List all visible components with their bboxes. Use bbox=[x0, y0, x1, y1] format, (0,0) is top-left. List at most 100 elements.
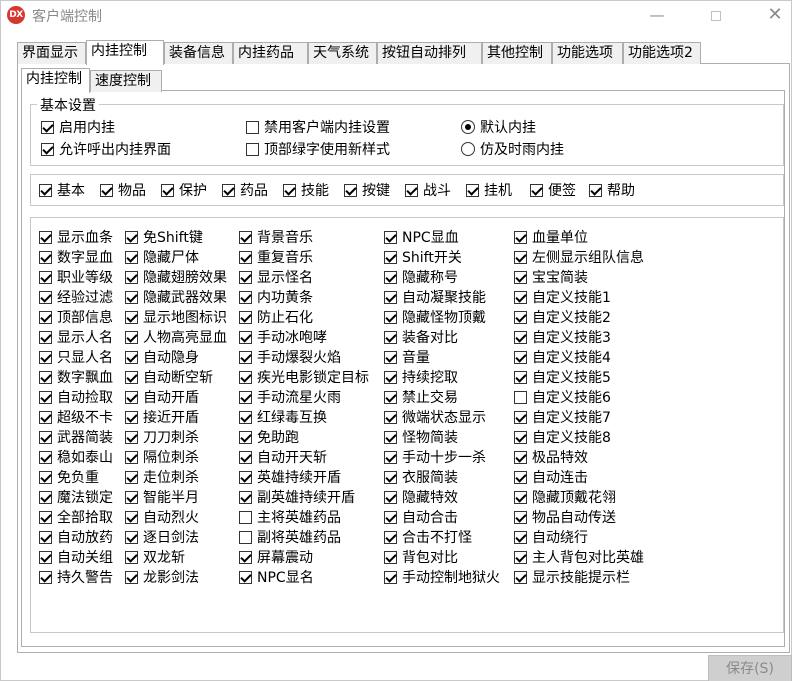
feature-option-1-14[interactable]: 自动烈火 bbox=[125, 507, 199, 527]
feature-option-4-8[interactable]: 自定义技能6 bbox=[514, 387, 611, 407]
checkbox-checked-icon[interactable] bbox=[39, 183, 52, 197]
checkbox-checked-icon[interactable] bbox=[384, 550, 397, 564]
feature-option-3-5[interactable]: 装备对比 bbox=[384, 327, 458, 347]
feature-option-2-6[interactable]: 手动爆裂火焰 bbox=[239, 347, 341, 367]
checkbox-unchecked-icon[interactable] bbox=[239, 510, 252, 524]
feature-option-2-2[interactable]: 显示怪名 bbox=[239, 267, 313, 287]
checkbox-checked-icon[interactable] bbox=[384, 350, 397, 364]
feature-option-1-4[interactable]: 显示地图标识 bbox=[125, 307, 227, 327]
radio-selected-icon[interactable] bbox=[461, 120, 475, 134]
feature-option-2-16[interactable]: 屏幕震动 bbox=[239, 547, 313, 567]
feature-option-4-10[interactable]: 自定义技能8 bbox=[514, 427, 611, 447]
checkbox-checked-icon[interactable] bbox=[239, 230, 252, 244]
checkbox-checked-icon[interactable] bbox=[125, 310, 138, 324]
checkbox-checked-icon[interactable] bbox=[514, 290, 527, 304]
checkbox-checked-icon[interactable] bbox=[39, 450, 52, 464]
feature-option-2-17[interactable]: NPC显名 bbox=[239, 567, 314, 587]
feature-option-4-16[interactable]: 主人背包对比英雄 bbox=[514, 547, 644, 567]
checkbox-checked-icon[interactable] bbox=[239, 250, 252, 264]
checkbox-checked-icon[interactable] bbox=[466, 183, 479, 197]
checkbox-checked-icon[interactable] bbox=[39, 370, 52, 384]
checkbox-checked-icon[interactable] bbox=[125, 470, 138, 484]
checkbox-checked-icon[interactable] bbox=[39, 510, 52, 524]
checkbox-checked-icon[interactable] bbox=[514, 230, 527, 244]
checkbox-checked-icon[interactable] bbox=[514, 350, 527, 364]
checkbox-checked-icon[interactable] bbox=[384, 510, 397, 524]
feature-option-3-16[interactable]: 背包对比 bbox=[384, 547, 458, 567]
feature-option-1-0[interactable]: 免Shift键 bbox=[125, 227, 203, 247]
checkbox-checked-icon[interactable] bbox=[384, 270, 397, 284]
tab-8[interactable]: 功能选项2 bbox=[623, 42, 701, 64]
category-0[interactable]: 基本 bbox=[39, 180, 85, 200]
feature-option-0-0[interactable]: 显示血条 bbox=[39, 227, 113, 247]
feature-option-3-6[interactable]: 音量 bbox=[384, 347, 430, 367]
basic-option-1[interactable]: 允许呼出内挂界面 bbox=[41, 139, 171, 159]
checkbox-checked-icon[interactable] bbox=[239, 430, 252, 444]
checkbox-checked-icon[interactable] bbox=[239, 390, 252, 404]
feature-option-4-13[interactable]: 隐藏顶戴花翎 bbox=[514, 487, 616, 507]
feature-option-2-11[interactable]: 自动开天斩 bbox=[239, 447, 327, 467]
checkbox-checked-icon[interactable] bbox=[384, 250, 397, 264]
feature-option-1-3[interactable]: 隐藏武器效果 bbox=[125, 287, 227, 307]
category-1[interactable]: 物品 bbox=[100, 180, 146, 200]
checkbox-checked-icon[interactable] bbox=[125, 410, 138, 424]
tab-1[interactable]: 内挂控制 bbox=[86, 40, 164, 65]
basic-option-0[interactable]: 启用内挂 bbox=[41, 117, 115, 137]
tab-4[interactable]: 天气系统 bbox=[308, 42, 377, 64]
checkbox-checked-icon[interactable] bbox=[125, 230, 138, 244]
feature-option-0-1[interactable]: 数字显血 bbox=[39, 247, 113, 267]
checkbox-checked-icon[interactable] bbox=[239, 310, 252, 324]
feature-option-2-8[interactable]: 手动流星火雨 bbox=[239, 387, 341, 407]
category-3[interactable]: 药品 bbox=[222, 180, 268, 200]
category-5[interactable]: 按键 bbox=[344, 180, 390, 200]
feature-option-4-11[interactable]: 极品特效 bbox=[514, 447, 588, 467]
feature-option-3-11[interactable]: 手动十步一杀 bbox=[384, 447, 486, 467]
checkbox-checked-icon[interactable] bbox=[514, 410, 527, 424]
feature-option-3-7[interactable]: 持续挖取 bbox=[384, 367, 458, 387]
checkbox-checked-icon[interactable] bbox=[239, 350, 252, 364]
checkbox-checked-icon[interactable] bbox=[239, 490, 252, 504]
checkbox-checked-icon[interactable] bbox=[239, 570, 252, 584]
feature-option-2-5[interactable]: 手动冰咆哮 bbox=[239, 327, 327, 347]
checkbox-checked-icon[interactable] bbox=[384, 410, 397, 424]
checkbox-checked-icon[interactable] bbox=[239, 370, 252, 384]
feature-option-2-4[interactable]: 防止石化 bbox=[239, 307, 313, 327]
feature-option-3-4[interactable]: 隐藏怪物顶戴 bbox=[384, 307, 486, 327]
feature-option-4-0[interactable]: 血量单位 bbox=[514, 227, 588, 247]
feature-option-3-2[interactable]: 隐藏称号 bbox=[384, 267, 458, 287]
feature-option-4-2[interactable]: 宝宝简装 bbox=[514, 267, 588, 287]
feature-option-2-15[interactable]: 副将英雄药品 bbox=[239, 527, 341, 547]
category-8[interactable]: 便签 bbox=[530, 180, 576, 200]
feature-option-3-0[interactable]: NPC显血 bbox=[384, 227, 459, 247]
feature-option-1-8[interactable]: 自动开盾 bbox=[125, 387, 199, 407]
checkbox-unchecked-icon[interactable] bbox=[246, 120, 259, 134]
feature-option-4-15[interactable]: 自动绕行 bbox=[514, 527, 588, 547]
checkbox-checked-icon[interactable] bbox=[39, 350, 52, 364]
checkbox-checked-icon[interactable] bbox=[239, 470, 252, 484]
checkbox-checked-icon[interactable] bbox=[39, 230, 52, 244]
checkbox-checked-icon[interactable] bbox=[514, 330, 527, 344]
checkbox-checked-icon[interactable] bbox=[384, 490, 397, 504]
checkbox-checked-icon[interactable] bbox=[405, 183, 418, 197]
checkbox-checked-icon[interactable] bbox=[514, 570, 527, 584]
checkbox-checked-icon[interactable] bbox=[384, 230, 397, 244]
feature-option-1-7[interactable]: 自动断空斩 bbox=[125, 367, 213, 387]
checkbox-checked-icon[interactable] bbox=[344, 183, 357, 197]
checkbox-checked-icon[interactable] bbox=[125, 490, 138, 504]
checkbox-checked-icon[interactable] bbox=[39, 270, 52, 284]
feature-option-1-5[interactable]: 人物高亮显血 bbox=[125, 327, 227, 347]
feature-option-0-17[interactable]: 持久警告 bbox=[39, 567, 113, 587]
checkbox-checked-icon[interactable] bbox=[384, 370, 397, 384]
tab-0[interactable]: 界面显示 bbox=[17, 42, 86, 64]
checkbox-checked-icon[interactable] bbox=[39, 410, 52, 424]
feature-option-4-12[interactable]: 自动连击 bbox=[514, 467, 588, 487]
checkbox-checked-icon[interactable] bbox=[125, 330, 138, 344]
checkbox-checked-icon[interactable] bbox=[39, 470, 52, 484]
feature-option-0-15[interactable]: 自动放药 bbox=[39, 527, 113, 547]
checkbox-checked-icon[interactable] bbox=[514, 530, 527, 544]
checkbox-checked-icon[interactable] bbox=[514, 310, 527, 324]
checkbox-checked-icon[interactable] bbox=[125, 290, 138, 304]
checkbox-checked-icon[interactable] bbox=[514, 270, 527, 284]
checkbox-checked-icon[interactable] bbox=[514, 510, 527, 524]
basic-option-3[interactable]: 顶部绿字使用新样式 bbox=[246, 139, 390, 159]
